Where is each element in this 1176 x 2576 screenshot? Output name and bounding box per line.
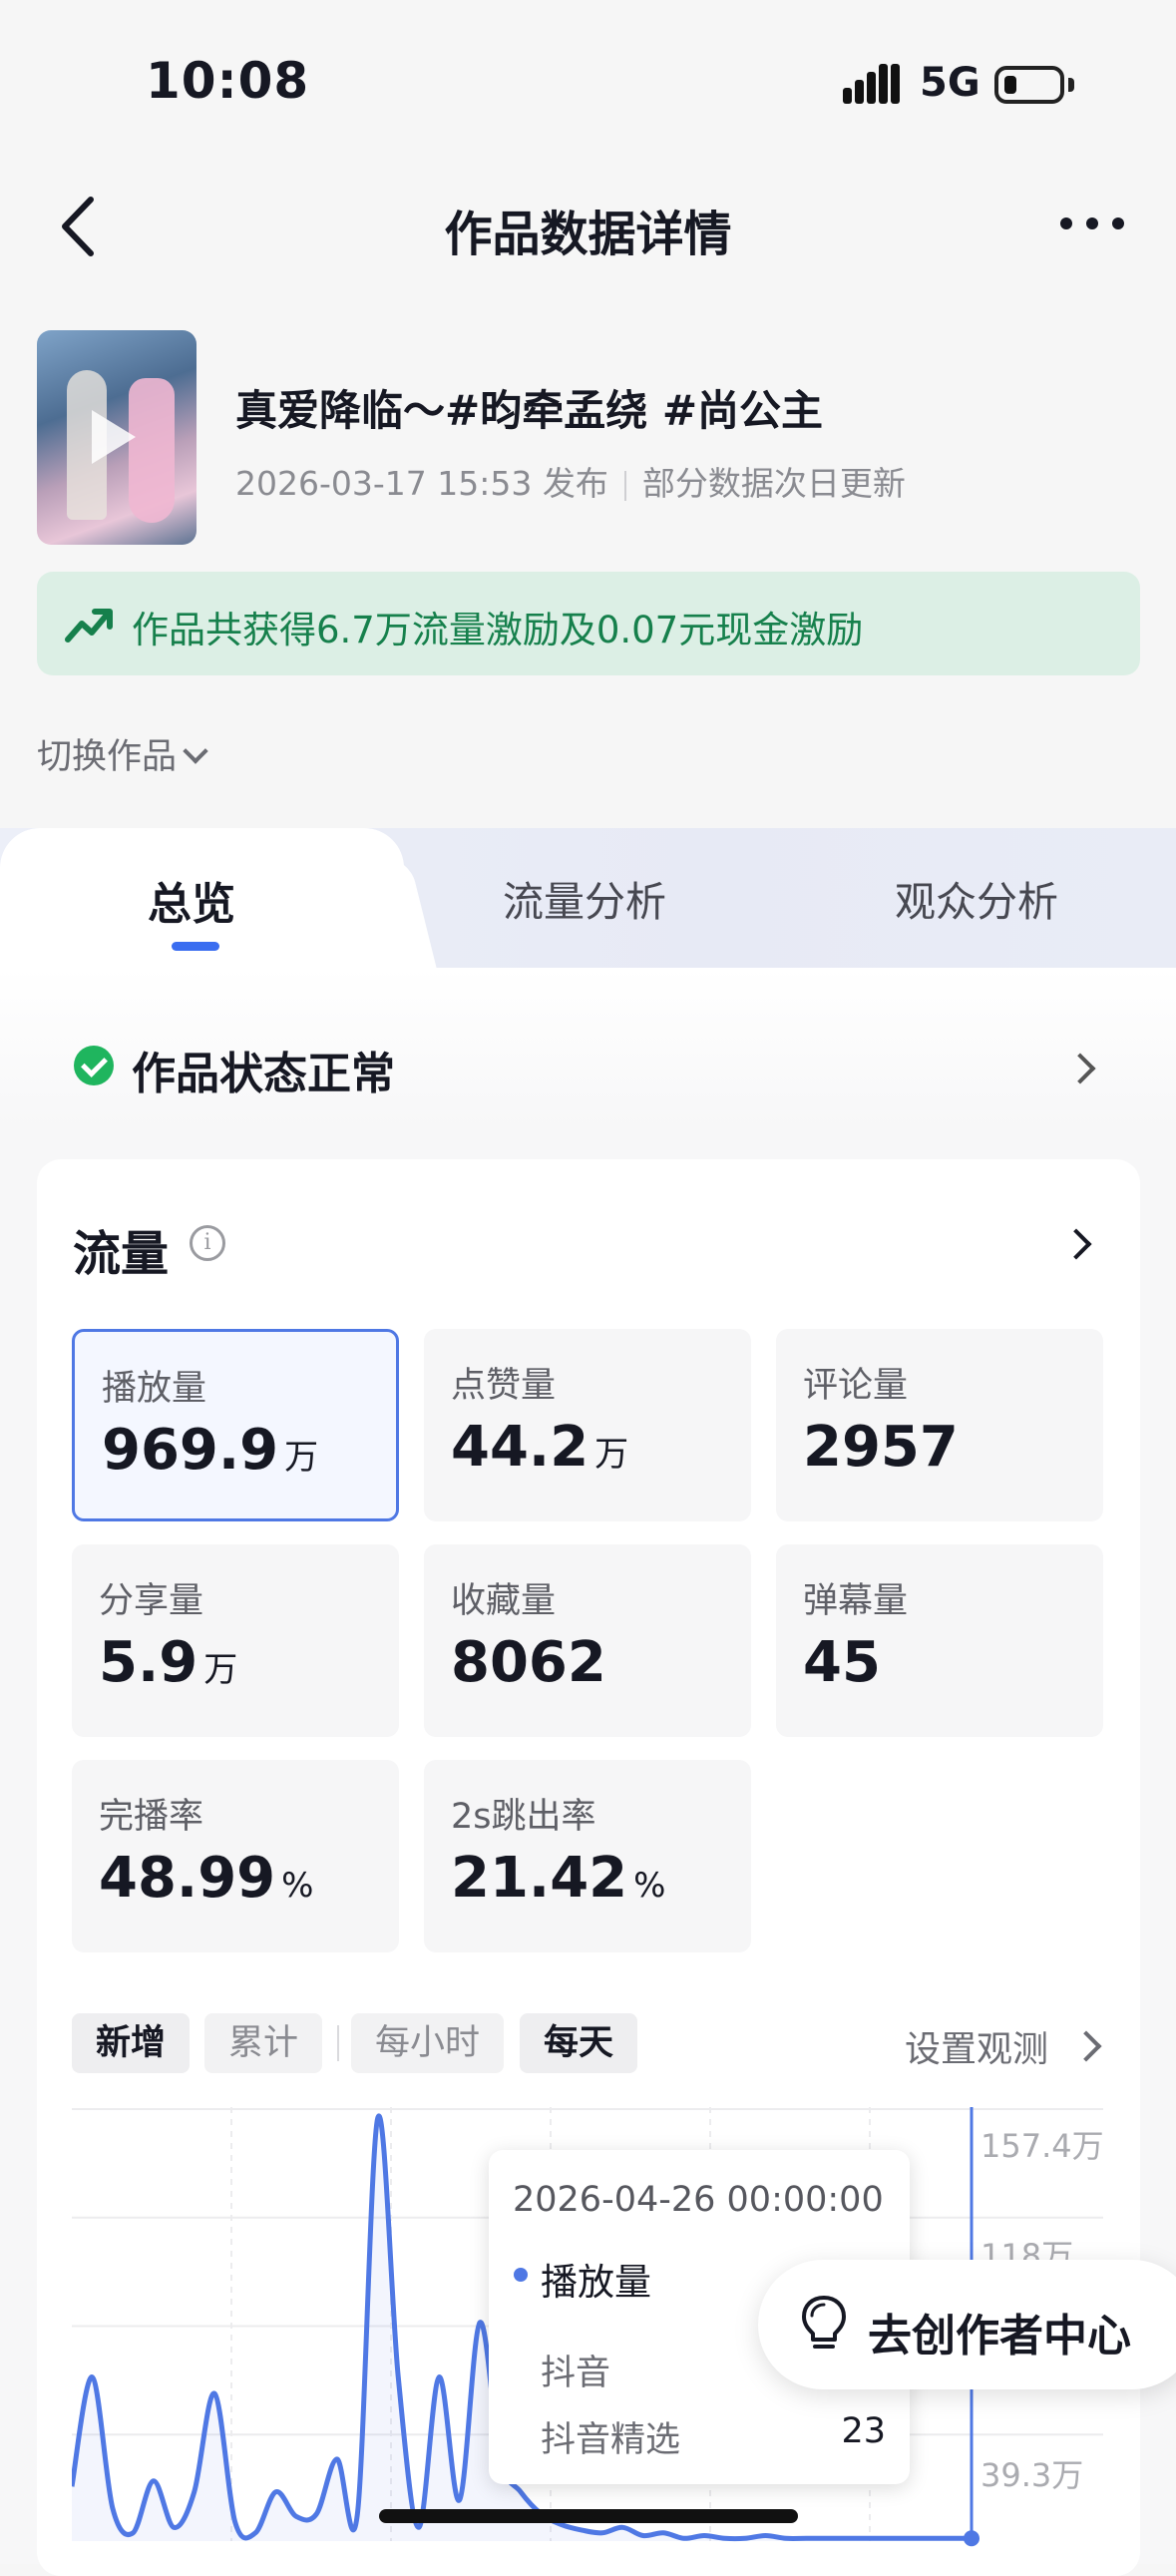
active-tab-indicator bbox=[172, 942, 219, 951]
y-tick-label: 157.4万 bbox=[980, 2127, 1104, 2165]
metric-unit: % bbox=[281, 1866, 314, 1906]
metric-label: 2s跳出率 bbox=[451, 1797, 596, 1837]
work-status-label: 作品状态正常 bbox=[132, 1049, 395, 1099]
tooltip-source-label: 抖音精选 bbox=[541, 2420, 681, 2460]
chevron-down-icon bbox=[183, 738, 208, 764]
battery-icon bbox=[994, 66, 1064, 104]
switch-work-button[interactable]: 切换作品 bbox=[37, 728, 208, 779]
work-status-row[interactable]: 作品状态正常 bbox=[0, 1028, 1176, 1107]
metric-value: 5.9 bbox=[99, 1630, 198, 1695]
chip-cumulative[interactable]: 累计 bbox=[204, 2013, 323, 2073]
check-circle-icon bbox=[74, 1046, 114, 1085]
battery-tip bbox=[1068, 78, 1074, 92]
tooltip-date: 2026-04-26 00:00:00 bbox=[513, 2180, 884, 2220]
metric-card-plays[interactable]: 播放量 969.9 万 bbox=[72, 1329, 399, 1521]
publish-time: 2026-03-17 15:53 发布 bbox=[235, 464, 608, 503]
metric-label: 点赞量 bbox=[451, 1366, 557, 1406]
metric-unit: 万 bbox=[203, 1650, 238, 1690]
metric-value: 48.99 bbox=[99, 1846, 276, 1911]
metric-card-completion-rate[interactable]: 完播率 48.99% bbox=[72, 1760, 399, 1952]
creator-center-button[interactable]: 去创作者中心 bbox=[758, 2260, 1176, 2389]
metric-label: 播放量 bbox=[102, 1369, 207, 1409]
chip-new[interactable]: 新增 bbox=[72, 2013, 191, 2073]
metric-label: 评论量 bbox=[803, 1366, 909, 1406]
metric-label: 弹幕量 bbox=[803, 1581, 909, 1621]
metric-value: 2957 bbox=[803, 1415, 959, 1480]
tab-traffic-analysis[interactable]: 流量分析 bbox=[503, 868, 666, 928]
update-note: 部分数据次日更新 bbox=[641, 464, 906, 503]
trending-up-icon bbox=[65, 609, 113, 643]
flow-title: 流量 bbox=[73, 1226, 170, 1282]
lightbulb-icon bbox=[802, 2296, 846, 2349]
metric-value: 8062 bbox=[451, 1630, 606, 1695]
cursor-point bbox=[964, 2530, 980, 2547]
set-observation-label: 设置观测 bbox=[905, 2029, 1049, 2070]
tooltip-source-value: 23 bbox=[841, 2411, 886, 2451]
incentive-text: 作品共获得6.7万流量激励及0.07元现金激励 bbox=[132, 609, 864, 651]
chip-divider bbox=[337, 2025, 339, 2061]
tooltip-source-label: 抖音 bbox=[541, 2354, 611, 2393]
info-icon[interactable]: i bbox=[190, 1225, 225, 1261]
metric-card-likes[interactable]: 点赞量 44.2 万 bbox=[424, 1329, 751, 1521]
work-title: 真爱降临～#昀牵孟绕 #尚公主 bbox=[235, 386, 824, 435]
home-indicator bbox=[379, 2509, 798, 2523]
metric-card-bounce-rate[interactable]: 2s跳出率 21.42% bbox=[424, 1760, 751, 1952]
switch-work-label: 切换作品 bbox=[37, 737, 178, 777]
y-tick-label: 39.3万 bbox=[980, 2456, 1084, 2494]
video-thumbnail[interactable] bbox=[37, 330, 196, 545]
metric-card-shares[interactable]: 分享量 5.9 万 bbox=[72, 1544, 399, 1737]
metric-unit: % bbox=[633, 1866, 666, 1906]
page-title: 作品数据详情 bbox=[444, 207, 732, 262]
work-meta: 2026-03-17 15:53 发布 部分数据次日更新 bbox=[235, 457, 906, 505]
tab-overview[interactable]: 总览 bbox=[148, 868, 235, 932]
status-time: 10:08 bbox=[146, 52, 310, 110]
metric-label: 完播率 bbox=[99, 1797, 204, 1837]
metric-card-favorites[interactable]: 收藏量 8062 bbox=[424, 1544, 751, 1737]
play-icon bbox=[92, 410, 136, 464]
metric-card-danmaku[interactable]: 弹幕量 45 bbox=[776, 1544, 1103, 1737]
metric-value: 44.2 bbox=[451, 1415, 589, 1480]
chevron-right-icon bbox=[1064, 1053, 1096, 1084]
set-observation-link[interactable]: 设置观测 bbox=[905, 2020, 1048, 2072]
signal-icon bbox=[843, 64, 900, 104]
tooltip-metric: 播放量 bbox=[541, 2261, 651, 2304]
metric-label: 收藏量 bbox=[451, 1581, 557, 1621]
more-dots-icon[interactable] bbox=[1057, 214, 1127, 233]
metric-label: 分享量 bbox=[99, 1581, 204, 1621]
chip-hourly[interactable]: 每小时 bbox=[351, 2013, 505, 2073]
metric-value: 969.9 bbox=[102, 1418, 279, 1483]
metric-value: 45 bbox=[803, 1630, 881, 1695]
metric-unit: 万 bbox=[594, 1435, 629, 1475]
chip-daily[interactable]: 每天 bbox=[520, 2013, 638, 2073]
metric-value: 21.42 bbox=[451, 1846, 628, 1911]
series-dot-icon bbox=[514, 2268, 528, 2282]
creator-center-label: 去创作者中心 bbox=[868, 2311, 1131, 2361]
network-type: 5G bbox=[920, 60, 980, 106]
metric-card-comments[interactable]: 评论量 2957 bbox=[776, 1329, 1103, 1521]
incentive-banner[interactable]: 作品共获得6.7万流量激励及0.07元现金激励 bbox=[37, 572, 1140, 675]
metric-unit: 万 bbox=[284, 1438, 319, 1478]
tab-audience-analysis[interactable]: 观众分析 bbox=[895, 868, 1058, 928]
